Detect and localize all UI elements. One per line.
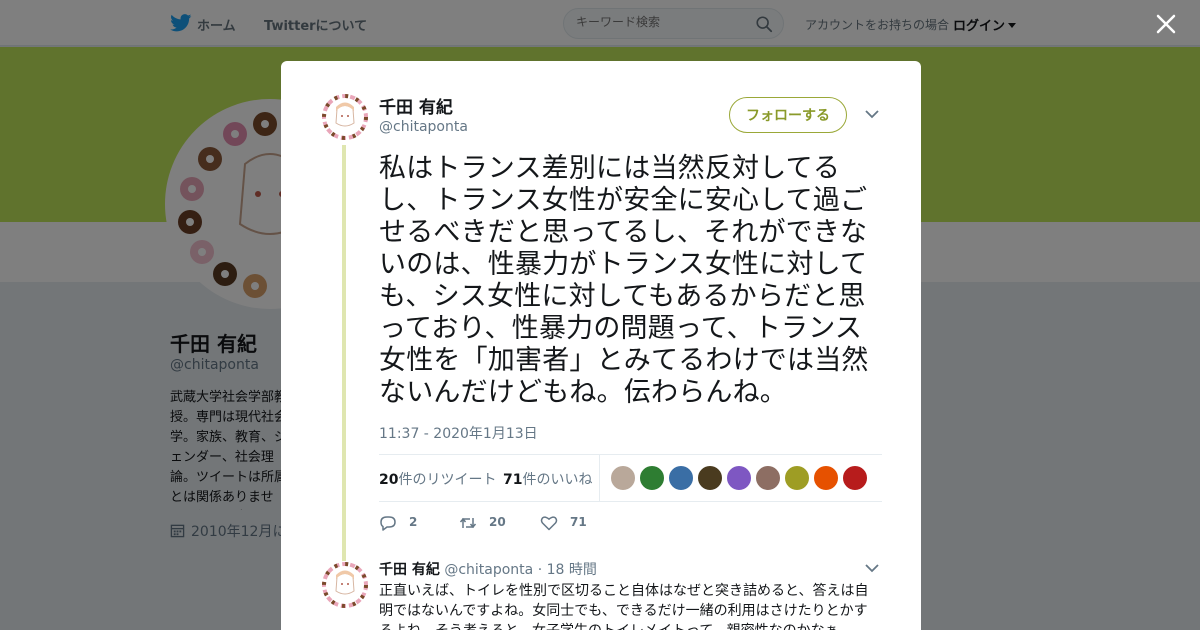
liker-avatar[interactable] xyxy=(697,465,723,491)
tweet-text: 私はトランス差別には当然反対してるし、トランス女性が安全に安心して過ごせるべきだ… xyxy=(379,153,869,408)
reply-header: 千田 有紀 @chitaponta · 18 時間 xyxy=(379,559,597,579)
liker-avatar[interactable] xyxy=(668,465,694,491)
liker-avatar[interactable] xyxy=(813,465,839,491)
author-avatar[interactable] xyxy=(321,93,369,141)
thread-connector-line xyxy=(342,145,346,565)
stats-divider xyxy=(599,455,600,501)
retweet-stat[interactable]: 20件のリツイート xyxy=(379,469,496,489)
follow-button[interactable]: フォローする xyxy=(729,97,847,133)
reply-tweet[interactable]: 千田 有紀 @chitaponta · 18 時間 正直いえば、トイレを性別で区… xyxy=(281,551,921,630)
like-suffix[interactable]: 件のいいね xyxy=(522,472,592,488)
retweet-count[interactable]: 20 xyxy=(379,472,398,488)
like-stat[interactable]: 71件のいいね xyxy=(503,469,592,489)
tweet-timestamp[interactable]: 11:37 - 2020年1月13日 xyxy=(379,423,538,443)
chevron-down-icon[interactable] xyxy=(865,109,879,119)
retweet-suffix[interactable]: 件のリツイート xyxy=(398,472,496,488)
reply-author-handle[interactable]: @chitaponta xyxy=(444,562,533,578)
chevron-down-icon[interactable] xyxy=(865,563,879,573)
liker-avatar[interactable] xyxy=(610,465,636,491)
reply-text: 正直いえば、トイレを性別で区切ること自体はなぜと突き詰めると、答えは自明ではない… xyxy=(379,583,869,630)
like-count[interactable]: 71 xyxy=(503,472,522,488)
liker-avatar[interactable] xyxy=(842,465,868,491)
author-name[interactable]: 千田 有紀 xyxy=(379,93,453,118)
tweet-actions: 2 20 71 xyxy=(379,512,679,534)
close-icon[interactable] xyxy=(1152,10,1180,38)
liker-avatar[interactable] xyxy=(755,465,781,491)
donut-wreath-avatar-image xyxy=(321,561,369,609)
liker-avatar[interactable] xyxy=(784,465,810,491)
reply-author-name[interactable]: 千田 有紀 xyxy=(379,562,440,578)
liker-avatar[interactable] xyxy=(726,465,752,491)
donut-wreath-avatar-image xyxy=(321,93,369,141)
tweet-stats: 20件のリツイート 71件のいいね xyxy=(379,454,882,502)
reply-time[interactable]: · 18 時間 xyxy=(538,562,597,578)
reply-count[interactable]: 2 xyxy=(409,515,417,529)
heart-icon[interactable] xyxy=(540,514,558,532)
retweet-action-count[interactable]: 20 xyxy=(489,515,506,529)
like-action-count[interactable]: 71 xyxy=(570,515,587,529)
reply-icon[interactable] xyxy=(379,514,397,532)
retweet-icon[interactable] xyxy=(459,514,477,532)
liker-avatar[interactable] xyxy=(639,465,665,491)
author-handle[interactable]: @chitaponta xyxy=(379,119,468,135)
tweet-modal: 千田 有紀 @chitaponta フォローする 私はトランス差別には当然反対し… xyxy=(281,61,921,630)
reply-author-avatar[interactable] xyxy=(321,561,369,609)
